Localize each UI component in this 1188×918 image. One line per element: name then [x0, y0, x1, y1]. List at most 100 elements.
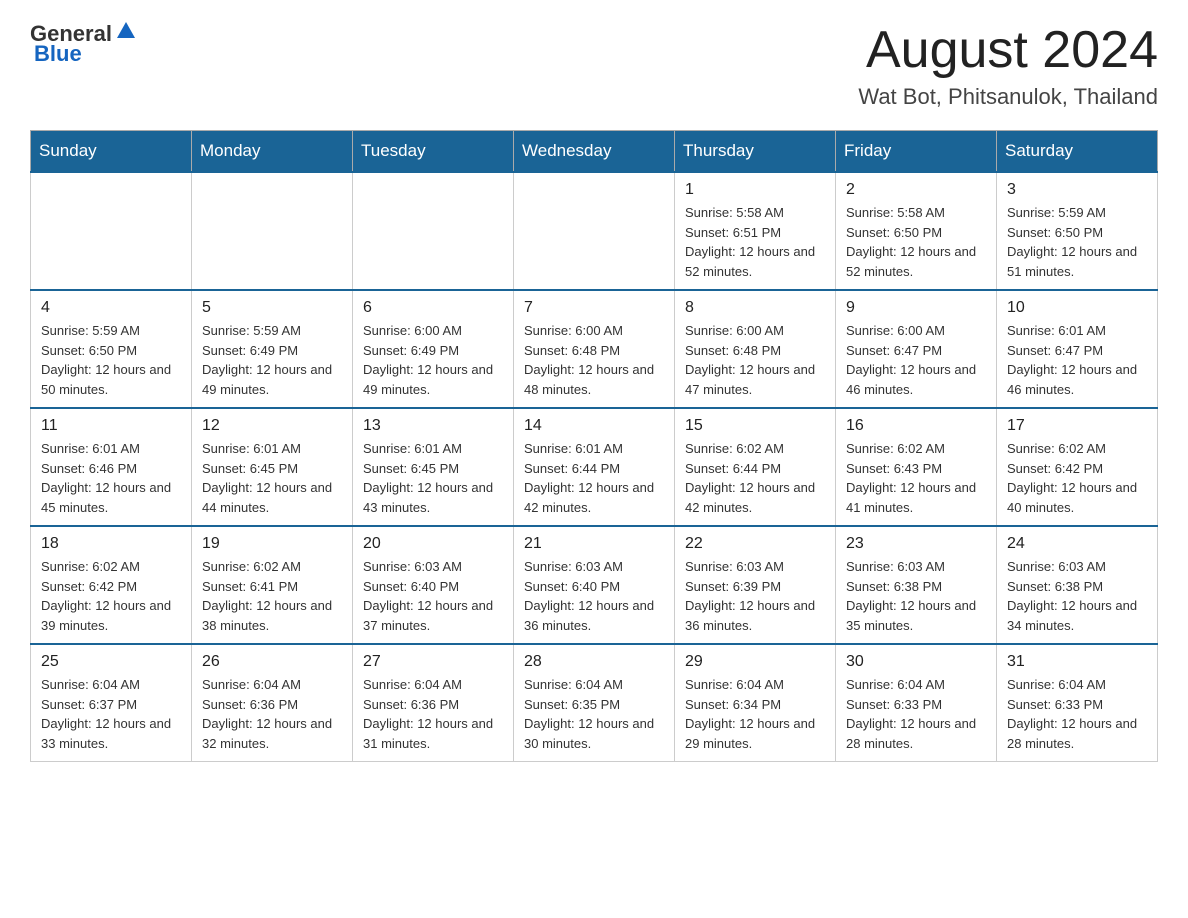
day-number: 13 — [363, 417, 503, 435]
day-info: Sunrise: 6:04 AM Sunset: 6:33 PM Dayligh… — [1007, 675, 1147, 753]
day-info: Sunrise: 6:04 AM Sunset: 6:36 PM Dayligh… — [363, 675, 503, 753]
location-title: Wat Bot, Phitsanulok, Thailand — [858, 84, 1158, 110]
day-number: 31 — [1007, 653, 1147, 671]
calendar-cell: 30Sunrise: 6:04 AM Sunset: 6:33 PM Dayli… — [836, 644, 997, 762]
calendar-cell: 23 Sunrise: 6:03 AM Sunset: 6:38 PM Dayli… — [836, 526, 997, 644]
day-number: 28 — [524, 653, 664, 671]
day-info: Sunrise: 6:03 AM Sunset: 6:38 PM Dayligh… — [846, 557, 986, 635]
calendar-week-row: 11Sunrise: 6:01 AM Sunset: 6:46 PM Dayli… — [31, 408, 1158, 526]
calendar-cell: 13 Sunrise: 6:01 AM Sunset: 6:45 PM Dayli… — [353, 408, 514, 526]
day-number: 30 — [846, 653, 986, 671]
calendar-table: SundayMondayTuesdayWednesdayThursdayFrid… — [30, 130, 1158, 762]
day-number: 16 — [846, 417, 986, 435]
calendar-cell: 29 Sunrise: 6:04 AM Sunset: 6:34 PM Dayli… — [675, 644, 836, 762]
day-number: 1 — [685, 181, 825, 199]
calendar-cell: 3 Sunrise: 5:59 AM Sunset: 6:50 PM Daylig… — [997, 172, 1158, 290]
day-number: 3 — [1007, 181, 1147, 199]
day-info: Sunrise: 6:00 AM Sunset: 6:47 PM Dayligh… — [846, 321, 986, 399]
calendar-week-row: 18 Sunrise: 6:02 AM Sunset: 6:42 PM Dayli… — [31, 526, 1158, 644]
calendar-cell: 9Sunrise: 6:00 AM Sunset: 6:47 PM Daylig… — [836, 290, 997, 408]
day-number: 11 — [41, 417, 181, 435]
calendar-cell: 31 Sunrise: 6:04 AM Sunset: 6:33 PM Dayli… — [997, 644, 1158, 762]
calendar-day-header: Sunday — [31, 131, 192, 173]
day-number: 15 — [685, 417, 825, 435]
day-info: Sunrise: 5:59 AM Sunset: 6:50 PM Dayligh… — [41, 321, 181, 399]
day-info: Sunrise: 6:03 AM Sunset: 6:40 PM Dayligh… — [363, 557, 503, 635]
day-info: Sunrise: 5:58 AM Sunset: 6:51 PM Dayligh… — [685, 203, 825, 281]
calendar-day-header: Tuesday — [353, 131, 514, 173]
day-number: 25 — [41, 653, 181, 671]
day-info: Sunrise: 5:58 AM Sunset: 6:50 PM Dayligh… — [846, 203, 986, 281]
calendar-cell: 22 Sunrise: 6:03 AM Sunset: 6:39 PM Dayli… — [675, 526, 836, 644]
day-number: 22 — [685, 535, 825, 553]
calendar-cell: 12 Sunrise: 6:01 AM Sunset: 6:45 PM Dayli… — [192, 408, 353, 526]
day-number: 29 — [685, 653, 825, 671]
calendar-cell: 1 Sunrise: 5:58 AM Sunset: 6:51 PM Daylig… — [675, 172, 836, 290]
calendar-day-header: Wednesday — [514, 131, 675, 173]
page-header: General Blue August 2024 Wat Bot, Phitsa… — [30, 20, 1158, 110]
calendar-cell: 8 Sunrise: 6:00 AM Sunset: 6:48 PM Daylig… — [675, 290, 836, 408]
day-number: 6 — [363, 299, 503, 317]
day-info: Sunrise: 6:02 AM Sunset: 6:43 PM Dayligh… — [846, 439, 986, 517]
day-number: 7 — [524, 299, 664, 317]
calendar-cell: 4 Sunrise: 5:59 AM Sunset: 6:50 PM Daylig… — [31, 290, 192, 408]
calendar-cell — [514, 172, 675, 290]
day-info: Sunrise: 6:00 AM Sunset: 6:48 PM Dayligh… — [524, 321, 664, 399]
day-info: Sunrise: 6:01 AM Sunset: 6:44 PM Dayligh… — [524, 439, 664, 517]
day-number: 17 — [1007, 417, 1147, 435]
day-info: Sunrise: 6:02 AM Sunset: 6:42 PM Dayligh… — [1007, 439, 1147, 517]
day-number: 23 — [846, 535, 986, 553]
calendar-cell: 19Sunrise: 6:02 AM Sunset: 6:41 PM Dayli… — [192, 526, 353, 644]
calendar-day-header: Friday — [836, 131, 997, 173]
day-info: Sunrise: 6:00 AM Sunset: 6:48 PM Dayligh… — [685, 321, 825, 399]
day-number: 21 — [524, 535, 664, 553]
day-number: 18 — [41, 535, 181, 553]
day-number: 4 — [41, 299, 181, 317]
calendar-cell: 20 Sunrise: 6:03 AM Sunset: 6:40 PM Dayli… — [353, 526, 514, 644]
day-info: Sunrise: 6:01 AM Sunset: 6:47 PM Dayligh… — [1007, 321, 1147, 399]
calendar-header-row: SundayMondayTuesdayWednesdayThursdayFrid… — [31, 131, 1158, 173]
day-number: 20 — [363, 535, 503, 553]
day-number: 14 — [524, 417, 664, 435]
calendar-cell: 10Sunrise: 6:01 AM Sunset: 6:47 PM Dayli… — [997, 290, 1158, 408]
calendar-cell: 27Sunrise: 6:04 AM Sunset: 6:36 PM Dayli… — [353, 644, 514, 762]
day-info: Sunrise: 6:01 AM Sunset: 6:45 PM Dayligh… — [202, 439, 342, 517]
day-number: 5 — [202, 299, 342, 317]
calendar-cell: 11Sunrise: 6:01 AM Sunset: 6:46 PM Dayli… — [31, 408, 192, 526]
logo-blue-text: Blue — [34, 41, 82, 67]
day-info: Sunrise: 6:02 AM Sunset: 6:44 PM Dayligh… — [685, 439, 825, 517]
calendar-cell: 24 Sunrise: 6:03 AM Sunset: 6:38 PM Dayli… — [997, 526, 1158, 644]
day-info: Sunrise: 5:59 AM Sunset: 6:49 PM Dayligh… — [202, 321, 342, 399]
day-info: Sunrise: 6:00 AM Sunset: 6:49 PM Dayligh… — [363, 321, 503, 399]
calendar-cell: 7 Sunrise: 6:00 AM Sunset: 6:48 PM Daylig… — [514, 290, 675, 408]
calendar-cell — [353, 172, 514, 290]
day-info: Sunrise: 6:03 AM Sunset: 6:40 PM Dayligh… — [524, 557, 664, 635]
day-info: Sunrise: 6:04 AM Sunset: 6:34 PM Dayligh… — [685, 675, 825, 753]
calendar-week-row: 1 Sunrise: 5:58 AM Sunset: 6:51 PM Daylig… — [31, 172, 1158, 290]
day-info: Sunrise: 6:03 AM Sunset: 6:39 PM Dayligh… — [685, 557, 825, 635]
day-info: Sunrise: 5:59 AM Sunset: 6:50 PM Dayligh… — [1007, 203, 1147, 281]
day-info: Sunrise: 6:04 AM Sunset: 6:35 PM Dayligh… — [524, 675, 664, 753]
logo-triangle-icon — [115, 20, 137, 42]
calendar-cell: 17 Sunrise: 6:02 AM Sunset: 6:42 PM Dayli… — [997, 408, 1158, 526]
day-number: 12 — [202, 417, 342, 435]
day-number: 8 — [685, 299, 825, 317]
title-section: August 2024 Wat Bot, Phitsanulok, Thaila… — [858, 20, 1158, 110]
calendar-cell: 16 Sunrise: 6:02 AM Sunset: 6:43 PM Dayli… — [836, 408, 997, 526]
calendar-day-header: Monday — [192, 131, 353, 173]
calendar-cell: 2Sunrise: 5:58 AM Sunset: 6:50 PM Daylig… — [836, 172, 997, 290]
calendar-cell: 28 Sunrise: 6:04 AM Sunset: 6:35 PM Dayli… — [514, 644, 675, 762]
logo: General Blue — [30, 20, 137, 67]
calendar-cell: 21 Sunrise: 6:03 AM Sunset: 6:40 PM Dayli… — [514, 526, 675, 644]
calendar-week-row: 25Sunrise: 6:04 AM Sunset: 6:37 PM Dayli… — [31, 644, 1158, 762]
month-title: August 2024 — [858, 20, 1158, 80]
day-info: Sunrise: 6:02 AM Sunset: 6:42 PM Dayligh… — [41, 557, 181, 635]
day-number: 26 — [202, 653, 342, 671]
calendar-cell: 15 Sunrise: 6:02 AM Sunset: 6:44 PM Dayli… — [675, 408, 836, 526]
day-number: 24 — [1007, 535, 1147, 553]
day-info: Sunrise: 6:03 AM Sunset: 6:38 PM Dayligh… — [1007, 557, 1147, 635]
day-info: Sunrise: 6:01 AM Sunset: 6:45 PM Dayligh… — [363, 439, 503, 517]
calendar-cell: 14 Sunrise: 6:01 AM Sunset: 6:44 PM Dayli… — [514, 408, 675, 526]
calendar-cell: 25Sunrise: 6:04 AM Sunset: 6:37 PM Dayli… — [31, 644, 192, 762]
calendar-week-row: 4 Sunrise: 5:59 AM Sunset: 6:50 PM Daylig… — [31, 290, 1158, 408]
